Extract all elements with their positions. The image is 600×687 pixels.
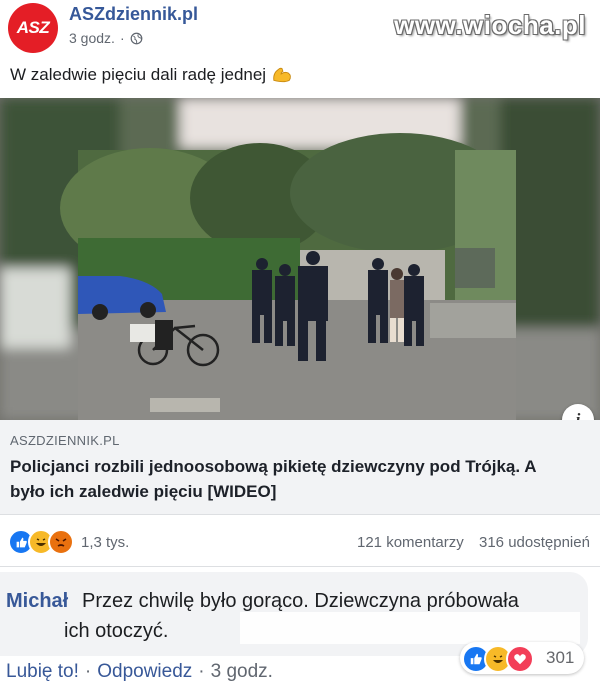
link-domain: ASZDZIENNIK.PL [10,433,120,448]
reply-comment-link[interactable]: Odpowiedz [97,661,192,683]
page-avatar[interactable]: ASZ [8,3,58,53]
link-title[interactable]: Policjanci rozbili jednoosobową pikietę … [10,454,570,504]
comment-text-line-2: ich otoczyć. [64,620,169,642]
comment-actions: Lubię to! · Odpowiedz · 3 godz. [6,661,273,683]
globe-icon [130,32,142,44]
reaction-count[interactable]: 1,3 tys. [81,534,129,551]
obscured-area [240,612,580,644]
comment-text-line-1: Przez chwilę było gorąco. Dziewczyna pró… [82,590,519,612]
comment-time[interactable]: 3 godz. [211,661,273,683]
angry-icon [48,529,74,555]
post-message: W zaledwie pięciu dali radę jednej [10,65,267,84]
link-preview-image[interactable] [0,98,600,420]
comment-author[interactable]: Michał [6,590,68,613]
comment-reaction-icons [462,645,534,673]
action-separator: · [84,661,92,682]
comments-count[interactable]: 121 komentarzy [357,534,464,551]
love-icon [506,645,534,673]
post-meta: 3 godz. · [69,30,143,46]
page-name-link[interactable]: ASZdziennik.pl [69,4,198,25]
action-separator: · [198,661,205,682]
post-stats-bar: 1,3 tys. 121 komentarzy 316 udostępnień [0,516,600,567]
post-header: ASZ ASZdziennik.pl 3 godz. · www.wiocha.… [0,0,600,60]
site-watermark: www.wiocha.pl [394,10,586,40]
flexed-biceps-icon [273,67,291,83]
avatar-logo-text: ASZ [16,18,50,37]
video-thumbnail [0,98,600,420]
comment-reactions[interactable]: 301 [460,642,584,674]
post-text: W zaledwie pięciu dali radę jednej [10,64,293,85]
reactions-summary[interactable] [8,529,74,555]
post-time[interactable]: 3 godz. [69,30,115,46]
like-comment-link[interactable]: Lubię to! [6,661,79,683]
comment-reaction-count: 301 [546,648,575,667]
meta-separator: · [119,30,125,46]
shares-count[interactable]: 316 udostępnień [479,534,590,551]
link-preview-card[interactable]: ASZDZIENNIK.PL Policjanci rozbili jednoo… [0,420,600,515]
